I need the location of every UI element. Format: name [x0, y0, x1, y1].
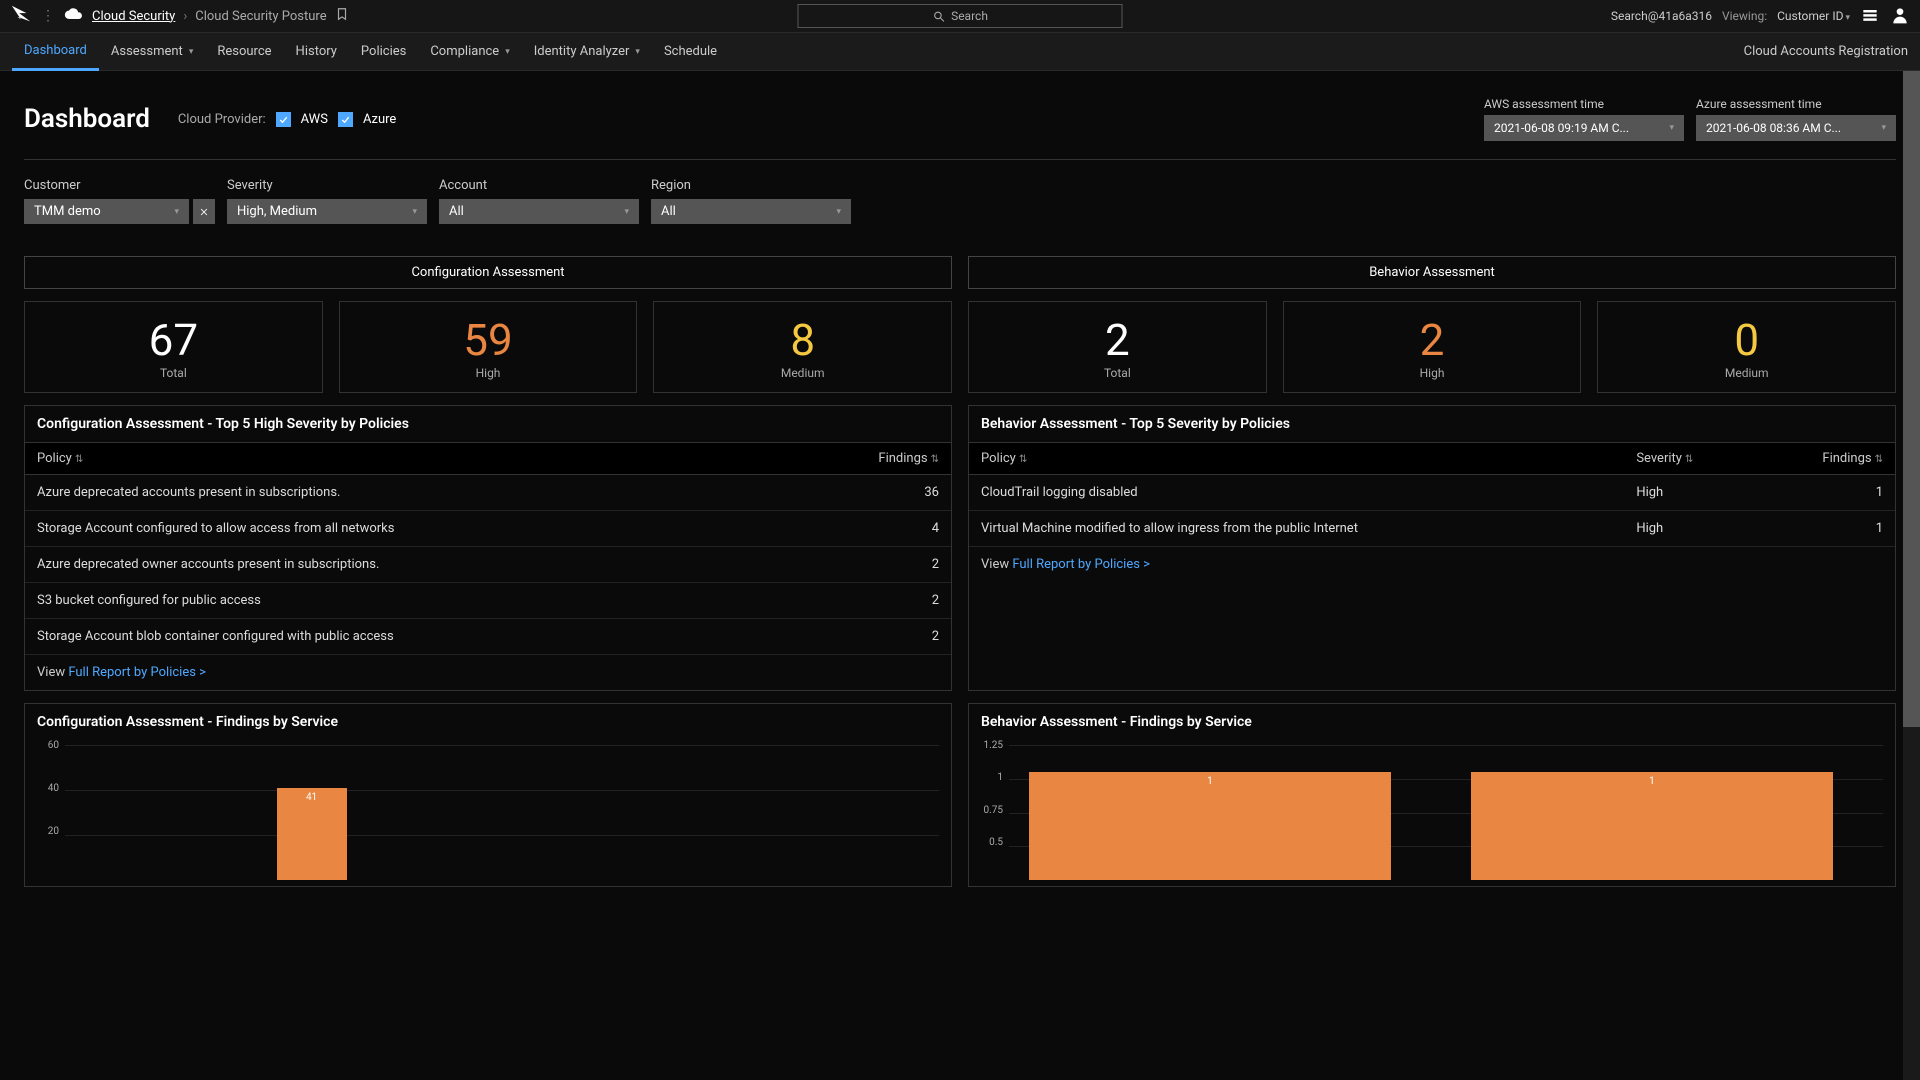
- topbar: ⋮ Cloud Security › Cloud Security Postur…: [0, 0, 1920, 33]
- aws-time-label: AWS assessment time: [1484, 97, 1684, 111]
- chevron-right-icon: ›: [183, 9, 187, 24]
- app-switcher-icon[interactable]: ⋮: [40, 8, 56, 24]
- aws-time-dropdown[interactable]: 2021-06-08 09:19 AM C...▾: [1484, 115, 1684, 141]
- nav-assessment[interactable]: Assessment▾: [99, 33, 205, 71]
- behavior-full-report-link[interactable]: Full Report by Policies >: [1012, 557, 1150, 572]
- sort-icon: ⇅: [931, 454, 939, 465]
- checkbox-azure[interactable]: [338, 112, 353, 127]
- stat-behavior-high: 2 High: [1283, 301, 1582, 393]
- azure-time-label: Azure assessment time: [1696, 97, 1896, 111]
- table-row[interactable]: Storage Account configured to allow acce…: [25, 511, 951, 547]
- breadcrumb-current: Cloud Security Posture: [195, 9, 326, 24]
- sort-icon: ⇅: [1685, 454, 1693, 465]
- filter-account-label: Account: [439, 178, 639, 193]
- filter-customer-clear[interactable]: [193, 199, 215, 224]
- page-title: Dashboard: [24, 104, 150, 134]
- nav-cloud-accounts-registration[interactable]: Cloud Accounts Registration: [1744, 44, 1908, 59]
- sort-icon: ⇅: [1875, 454, 1883, 465]
- nav-dashboard[interactable]: Dashboard: [12, 33, 99, 71]
- stat-behavior-medium: 0 Medium: [1597, 301, 1896, 393]
- tab-configuration-assessment[interactable]: Configuration Assessment: [24, 256, 952, 289]
- tab-behavior-assessment[interactable]: Behavior Assessment: [968, 256, 1896, 289]
- azure-time-dropdown[interactable]: 2021-06-08 08:36 AM C...▾: [1696, 115, 1896, 141]
- stat-config-medium: 8 Medium: [653, 301, 952, 393]
- search-placeholder: Search: [951, 9, 988, 23]
- config-col-policy[interactable]: Policy⇅: [25, 443, 783, 475]
- cloud-icon: [64, 4, 84, 28]
- nav-compliance[interactable]: Compliance▾: [418, 33, 521, 71]
- nav-resource[interactable]: Resource: [205, 33, 283, 71]
- table-row[interactable]: CloudTrail logging disabledHigh1: [969, 475, 1895, 511]
- filter-region-label: Region: [651, 178, 851, 193]
- table-row[interactable]: Virtual Machine modified to allow ingres…: [969, 511, 1895, 547]
- behavior-top5-title: Behavior Assessment - Top 5 Severity by …: [969, 406, 1895, 442]
- config-col-findings[interactable]: Findings⇅: [783, 443, 951, 475]
- provider-aws: AWS: [301, 112, 328, 127]
- behavior-chart: 1.25 1 0.75 0.5 1 1: [969, 740, 1895, 880]
- filter-region-select[interactable]: All▾: [651, 199, 851, 224]
- panel-behavior-chart: Behavior Assessment - Findings by Servic…: [968, 703, 1896, 887]
- nav-policies[interactable]: Policies: [349, 33, 418, 71]
- config-full-report-link[interactable]: Full Report by Policies >: [68, 665, 206, 680]
- panel-config-top5: Configuration Assessment - Top 5 High Se…: [24, 405, 952, 691]
- behavior-col-findings[interactable]: Findings⇅: [1757, 443, 1895, 475]
- scrollbar[interactable]: [1903, 71, 1920, 1080]
- stat-config-total: 67 Total: [24, 301, 323, 393]
- filter-severity-select[interactable]: High, Medium▾: [227, 199, 427, 224]
- nav-schedule[interactable]: Schedule: [652, 33, 729, 71]
- viewing-label: Viewing:: [1722, 9, 1767, 23]
- nav-identity-analyzer[interactable]: Identity Analyzer▾: [522, 33, 652, 71]
- filter-account-select[interactable]: All▾: [439, 199, 639, 224]
- table-row[interactable]: Azure deprecated owner accounts present …: [25, 547, 951, 583]
- config-chart: 60 40 20 41: [25, 740, 951, 880]
- checkbox-aws[interactable]: [276, 112, 291, 127]
- content-scroll[interactable]: Dashboard Cloud Provider: AWS Azure AWS …: [0, 71, 1920, 1080]
- table-row[interactable]: Azure deprecated accounts present in sub…: [25, 475, 951, 511]
- user-avatar-icon[interactable]: [1890, 5, 1910, 28]
- viewing-dropdown[interactable]: Customer ID▾: [1777, 9, 1850, 23]
- panel-config-chart: Configuration Assessment - Findings by S…: [24, 703, 952, 887]
- sort-icon: ⇅: [75, 454, 83, 465]
- table-row[interactable]: S3 bucket configured for public access2: [25, 583, 951, 619]
- filter-severity-label: Severity: [227, 178, 427, 193]
- provider-label: Cloud Provider:: [178, 112, 266, 127]
- config-top5-title: Configuration Assessment - Top 5 High Se…: [25, 406, 951, 442]
- filter-customer-label: Customer: [24, 178, 215, 193]
- behavior-col-policy[interactable]: Policy⇅: [969, 443, 1624, 475]
- sort-icon: ⇅: [1019, 454, 1027, 465]
- panel-behavior-top5: Behavior Assessment - Top 5 Severity by …: [968, 405, 1896, 691]
- search-input[interactable]: Search: [798, 4, 1123, 28]
- stat-behavior-total: 2 Total: [968, 301, 1267, 393]
- falcon-logo-icon[interactable]: [10, 3, 32, 29]
- stat-config-high: 59 High: [339, 301, 638, 393]
- breadcrumb: Cloud Security › Cloud Security Posture: [92, 7, 349, 25]
- bookmark-icon[interactable]: [335, 7, 349, 25]
- provider-azure: Azure: [363, 112, 396, 127]
- behavior-col-severity[interactable]: Severity⇅: [1624, 443, 1756, 475]
- search-id: Search@41a6a316: [1611, 9, 1712, 23]
- notifications-icon[interactable]: [1860, 5, 1880, 28]
- main-nav: Dashboard Assessment▾ Resource History P…: [0, 33, 1920, 71]
- breadcrumb-root[interactable]: Cloud Security: [92, 9, 175, 24]
- table-row[interactable]: Storage Account blob container configure…: [25, 619, 951, 655]
- config-chart-title: Configuration Assessment - Findings by S…: [25, 704, 951, 740]
- nav-history[interactable]: History: [284, 33, 349, 71]
- behavior-chart-title: Behavior Assessment - Findings by Servic…: [969, 704, 1895, 740]
- filter-customer-select[interactable]: TMM demo▾: [24, 199, 189, 224]
